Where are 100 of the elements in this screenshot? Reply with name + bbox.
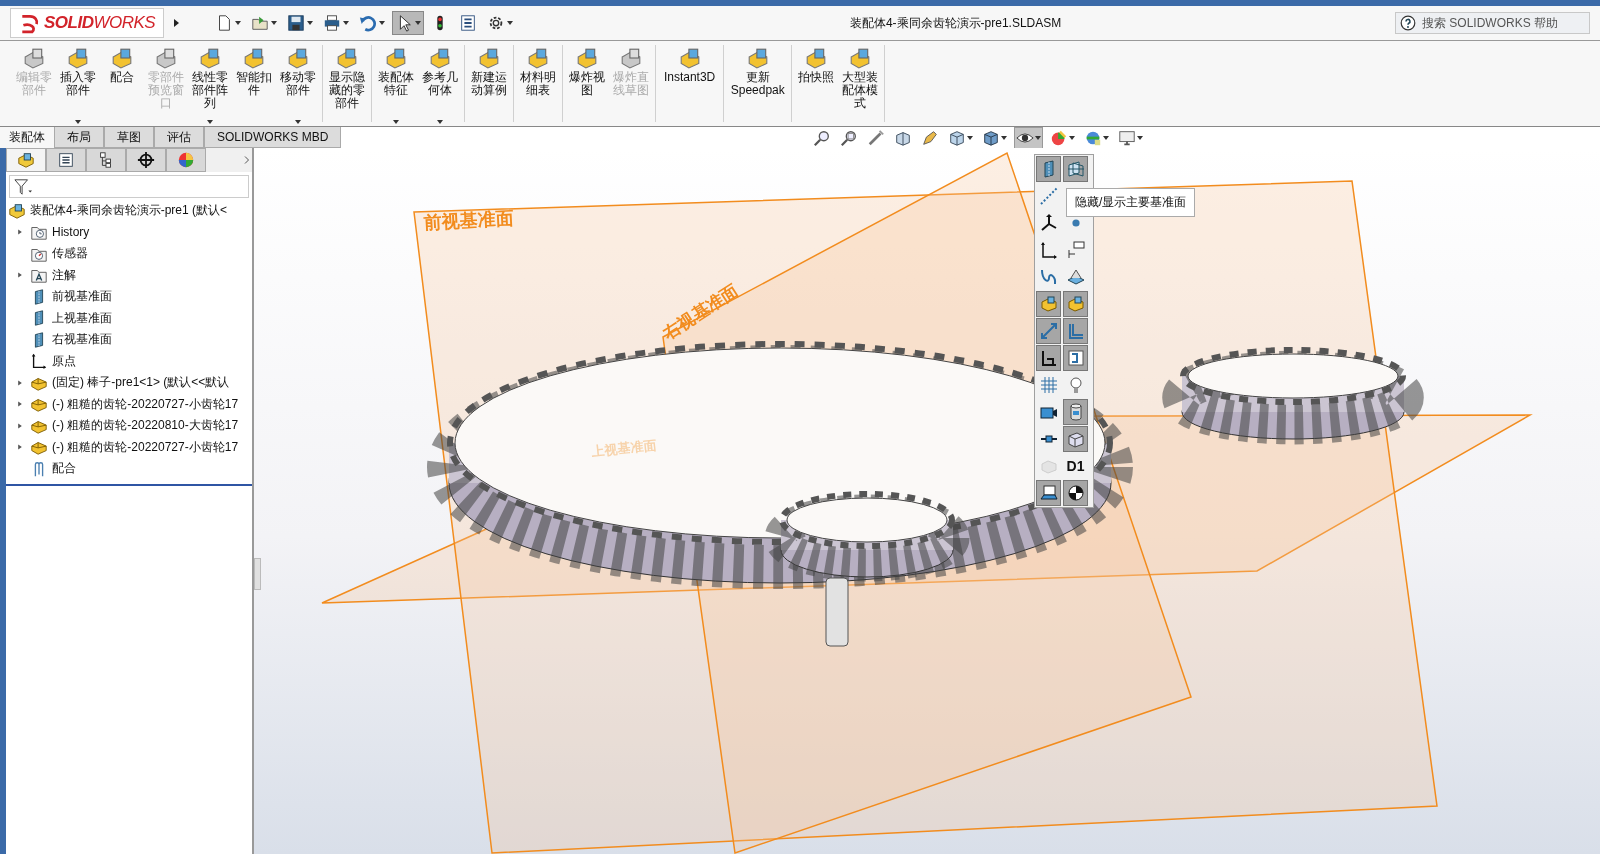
expand-arrow-icon[interactable] — [17, 443, 23, 452]
caret-icon[interactable] — [415, 21, 422, 25]
parts-icon — [1038, 294, 1059, 314]
tab[interactable]: 评估 — [154, 127, 204, 148]
printer-icon[interactable] — [323, 14, 342, 32]
caret-icon[interactable] — [75, 120, 81, 124]
help-search-field[interactable]: 搜索 SOLIDWORKS 帮助 — [1395, 12, 1590, 34]
caret-icon[interactable] — [235, 21, 242, 25]
part-icon — [527, 47, 549, 69]
ribbon-button[interactable]: 大型装配体模式 — [838, 45, 883, 122]
tree-item[interactable]: 前视基准面 — [52, 288, 112, 306]
ribbon-button[interactable]: 新建运动算例 — [467, 45, 511, 122]
ribbon-button[interactable]: 装配体特征 — [374, 45, 418, 122]
caret-icon[interactable] — [271, 21, 278, 25]
caret-icon[interactable] — [437, 120, 443, 124]
panel-tab[interactable] — [86, 148, 126, 172]
tab[interactable]: SOLIDWORKS MBD — [204, 127, 342, 148]
tree-item[interactable]: 装配体4-乘同余齿轮演示-pre1 (默认< — [30, 202, 228, 220]
caret-icon[interactable] — [343, 21, 350, 25]
ribbon-button[interactable]: 配合 — [100, 45, 144, 122]
ribbon-button[interactable]: Instant3D — [658, 45, 722, 122]
surface-icon — [1065, 267, 1086, 287]
expand-arrow-icon[interactable] — [17, 378, 23, 387]
part-icon — [746, 47, 769, 69]
filter-field[interactable] — [9, 175, 249, 198]
box-icon — [1065, 429, 1086, 449]
ribbon-button[interactable]: 拍快照 — [794, 45, 839, 122]
tree-item[interactable]: 原点 — [52, 352, 76, 370]
caret-icon[interactable] — [393, 120, 399, 124]
caret-icon[interactable] — [1137, 135, 1144, 140]
palette-button[interactable]: D1 — [1063, 453, 1088, 479]
panel-tab[interactable] — [126, 148, 166, 172]
part-icon — [849, 47, 872, 69]
parts-icon — [17, 151, 35, 169]
ribbon-button[interactable]: 显示隐藏的零部件 — [325, 45, 369, 122]
caret-icon[interactable] — [967, 135, 974, 140]
list-icon[interactable] — [459, 14, 478, 32]
part-icon — [620, 47, 642, 69]
caret-icon[interactable] — [1103, 135, 1110, 140]
ribbon-button[interactable]: 爆炸视图 — [565, 45, 609, 122]
palette-button[interactable] — [1036, 345, 1061, 371]
tab[interactable]: 草图 — [104, 127, 154, 148]
tree-item[interactable]: 注解 — [52, 266, 76, 284]
splitter-handle[interactable] — [254, 558, 261, 590]
help-icon — [1400, 15, 1416, 31]
expand-arrow-icon[interactable] — [17, 421, 23, 430]
expand-arrow-icon[interactable] — [17, 228, 23, 237]
dotted-line-icon — [1038, 186, 1059, 206]
expand-arrow-icon[interactable] — [17, 271, 23, 280]
caret-icon[interactable] — [1069, 135, 1076, 140]
part-icon — [805, 47, 828, 69]
caret-icon[interactable] — [207, 120, 213, 124]
center-mark-icon — [1065, 483, 1086, 503]
folder-icon[interactable] — [251, 14, 270, 32]
tree-item[interactable]: 上视基准面 — [52, 309, 112, 327]
tree-item[interactable]: 配合 — [52, 460, 76, 478]
laptop-icon — [1038, 483, 1059, 503]
floppy-icon[interactable] — [287, 14, 306, 32]
caret-icon[interactable] — [1001, 135, 1008, 140]
tree-item[interactable]: (固定) 棒子-pre1<1> (默认<<默认 — [52, 374, 230, 392]
wand-icon[interactable] — [867, 128, 886, 147]
tab[interactable]: 装配体 — [0, 127, 54, 148]
plane-label: 右视基准面 — [659, 280, 742, 344]
ribbon-button[interactable]: 参考几何体 — [418, 45, 462, 122]
ribbon-button[interactable]: 插入零部件 — [56, 45, 100, 122]
tree-item[interactable]: (-) 粗糙的齿轮-20220810-大齿轮17 — [52, 417, 239, 435]
tree-item[interactable]: 右视基准面 — [52, 331, 112, 349]
monitor-icon[interactable] — [1118, 128, 1137, 147]
undo-icon[interactable] — [359, 14, 378, 32]
cube-icon[interactable] — [948, 128, 967, 147]
palette-button[interactable] — [1036, 480, 1061, 506]
magnifier-icon[interactable] — [840, 128, 859, 147]
tree-item[interactable]: (-) 粗糙的齿轮-20220727-小齿轮17 — [52, 438, 239, 456]
ribbon-button[interactable]: 移动零部件 — [276, 45, 320, 122]
caret-icon[interactable] — [295, 120, 301, 124]
tab[interactable]: 布局 — [54, 127, 104, 148]
caret-icon[interactable] — [307, 21, 314, 25]
tree-item[interactable]: (-) 粗糙的齿轮-20220727-小齿轮17 — [52, 395, 239, 413]
part-icon — [287, 47, 309, 69]
palette-button[interactable] — [1063, 480, 1088, 506]
part-icon — [67, 47, 89, 69]
part-icon — [678, 47, 701, 69]
sketch-3d-icon — [1065, 348, 1086, 368]
ribbon-button[interactable]: 线性零部件阵列 — [188, 45, 232, 122]
tree-item[interactable]: History — [52, 225, 90, 240]
expand-arrow-icon[interactable] — [17, 400, 23, 409]
color-ball-icon[interactable] — [1050, 128, 1069, 147]
caret-icon[interactable] — [379, 21, 386, 25]
axes-icon — [30, 352, 48, 371]
caret-icon[interactable] — [507, 21, 514, 25]
list-icon — [57, 151, 75, 169]
cube-icon[interactable] — [982, 128, 1001, 147]
tree-item[interactable]: 传感器 — [52, 245, 88, 263]
caret-icon[interactable] — [1035, 135, 1042, 140]
ribbon-button[interactable]: 材料明细表 — [516, 45, 560, 122]
ribbon-button[interactable]: 更新 Speedpak — [726, 45, 790, 122]
ribbon-button[interactable]: 智能扣件 — [232, 45, 276, 122]
part-icon — [111, 47, 133, 69]
magnifier-icon[interactable] — [813, 128, 832, 147]
grid-icon — [1038, 375, 1059, 395]
